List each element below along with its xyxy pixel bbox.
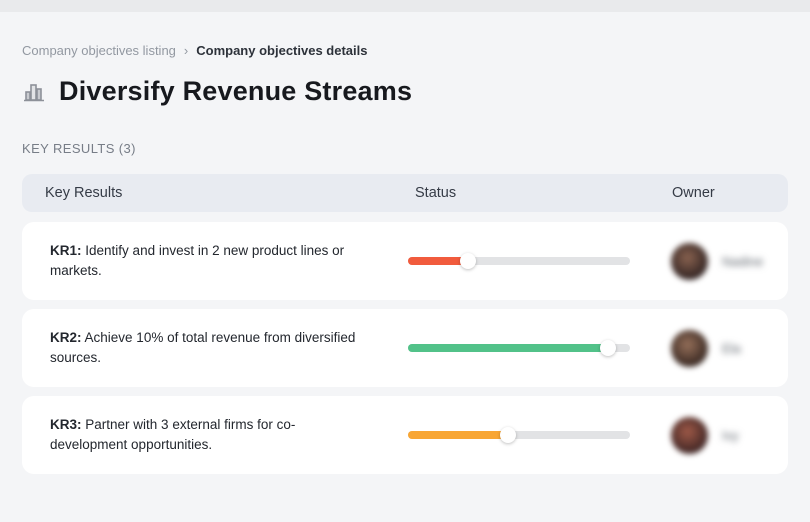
owner-name: Ela bbox=[722, 340, 741, 356]
kr3-progress-slider[interactable] bbox=[408, 427, 630, 443]
column-header-owner: Owner bbox=[672, 185, 715, 201]
avatar bbox=[671, 416, 708, 454]
table-header: Key Results Status Owner bbox=[22, 174, 788, 212]
key-results-section-label: KEY RESULTS (3) bbox=[22, 141, 136, 156]
owner-name: Nadine bbox=[722, 253, 764, 269]
kr1-label: KR1: bbox=[50, 243, 82, 258]
avatar bbox=[671, 329, 708, 367]
slider-fill bbox=[408, 257, 468, 265]
slider-handle[interactable] bbox=[499, 427, 516, 443]
owner-name: Ivy bbox=[722, 427, 739, 443]
breadcrumb-item-listing[interactable]: Company objectives listing bbox=[22, 43, 176, 58]
slider-handle[interactable] bbox=[459, 253, 476, 269]
kr3-label: KR3: bbox=[50, 417, 82, 432]
page-title-row: Diversify Revenue Streams bbox=[22, 76, 788, 107]
page-title: Diversify Revenue Streams bbox=[59, 76, 413, 106]
breadcrumb: Company objectives listing › Company obj… bbox=[22, 43, 788, 58]
table-row-kr1: KR1: Identify and invest in 2 new produc… bbox=[22, 222, 788, 300]
main-content: Company objectives listing › Company obj… bbox=[0, 43, 810, 474]
column-header-status: Status bbox=[415, 185, 457, 201]
buildings-icon bbox=[22, 80, 46, 104]
kr2-label: KR2: bbox=[50, 330, 82, 345]
column-header-key-results: Key Results bbox=[45, 185, 123, 201]
kr1-text: KR1: Identify and invest in 2 new produc… bbox=[50, 241, 350, 281]
kr2-text: KR2: Achieve 10% of total revenue from d… bbox=[50, 328, 380, 368]
kr1-owner-cell: Nadine bbox=[650, 242, 788, 280]
slider-fill bbox=[408, 344, 608, 352]
chevron-right-icon: › bbox=[183, 43, 189, 58]
breadcrumb-item-details[interactable]: Company objectives details bbox=[196, 43, 367, 58]
kr3-owner-cell: Ivy bbox=[650, 416, 788, 454]
kr3-text: KR3: Partner with 3 external firms for c… bbox=[50, 415, 350, 455]
table-row-kr2: KR2: Achieve 10% of total revenue from d… bbox=[22, 309, 788, 387]
kr3-description: Partner with 3 external firms for co-dev… bbox=[50, 417, 296, 452]
key-results-list: KR1: Identify and invest in 2 new produc… bbox=[22, 222, 788, 474]
kr2-progress-slider[interactable] bbox=[408, 340, 630, 356]
kr1-progress-slider[interactable] bbox=[408, 253, 630, 269]
slider-handle[interactable] bbox=[599, 340, 616, 356]
top-strip bbox=[0, 0, 810, 12]
table-row-kr3: KR3: Partner with 3 external firms for c… bbox=[22, 396, 788, 474]
slider-fill bbox=[408, 431, 508, 439]
kr2-description: Achieve 10% of total revenue from divers… bbox=[50, 330, 356, 365]
avatar bbox=[671, 242, 708, 280]
kr2-owner-cell: Ela bbox=[650, 329, 788, 367]
kr1-description: Identify and invest in 2 new product lin… bbox=[50, 243, 345, 278]
